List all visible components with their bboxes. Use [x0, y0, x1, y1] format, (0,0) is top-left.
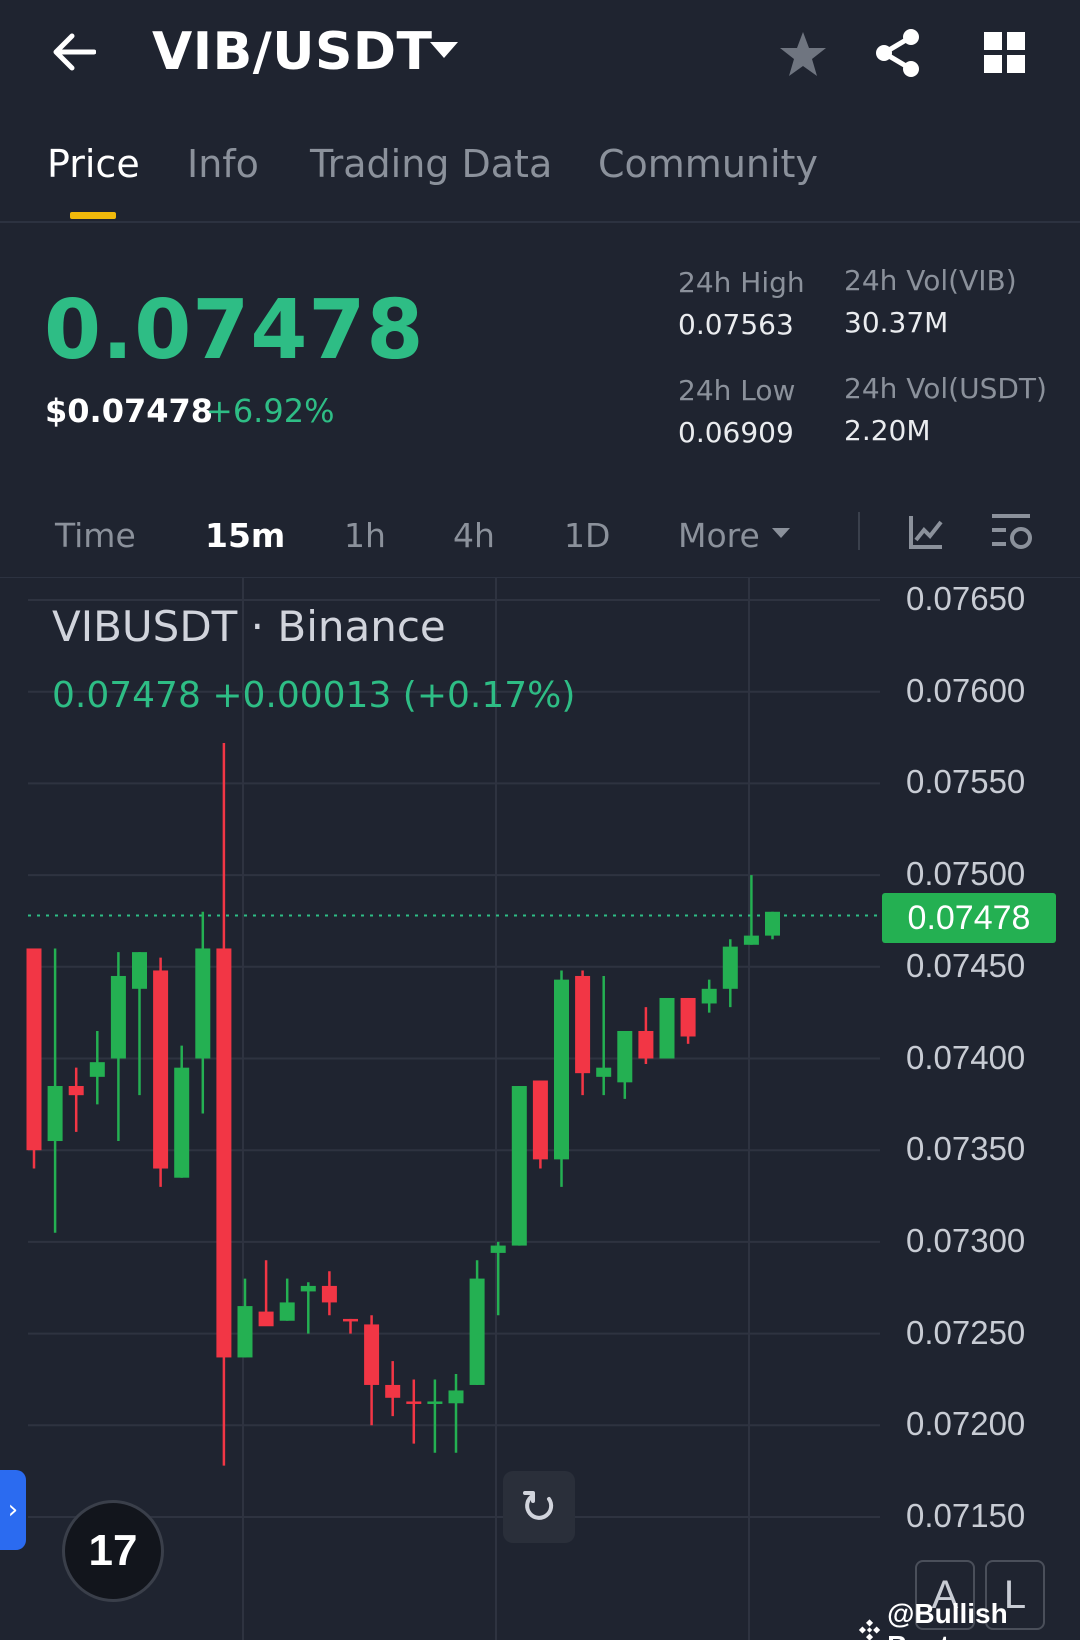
candle-body — [216, 948, 232, 1358]
watermark-text: @Bullish Buster — [887, 1598, 1008, 1640]
binance-logo-icon — [858, 1619, 881, 1640]
candle-body — [132, 952, 147, 989]
candle-body — [765, 911, 780, 936]
side-panel-toggle[interactable]: › — [0, 1470, 26, 1550]
interval-15m[interactable]: 15m — [205, 516, 285, 555]
chart-title: VIBUSDT · Binance — [52, 602, 446, 651]
candle-body — [343, 1318, 358, 1322]
candle-body — [321, 1285, 337, 1303]
change-percent: +6.92% — [206, 392, 335, 430]
candle-body — [575, 975, 591, 1074]
candle-body — [659, 997, 675, 1059]
y-axis-tick-label: 0.07200 — [906, 1405, 1026, 1443]
tradingview-logo[interactable]: 17 — [62, 1500, 164, 1602]
candle-body — [300, 1285, 316, 1292]
divider — [0, 221, 1080, 223]
y-axis-tick-label: 0.07250 — [906, 1313, 1026, 1351]
vol-quote-value: 2.20M — [844, 414, 931, 447]
candle-body — [701, 988, 717, 1004]
low-value: 0.06909 — [678, 416, 794, 449]
candle-body — [174, 1067, 190, 1178]
vol-base-value: 30.37M — [844, 306, 949, 339]
interval-time[interactable]: Time — [55, 516, 136, 555]
tab-info[interactable]: Info — [187, 142, 259, 186]
y-axis-tick-label: 0.07650 — [906, 580, 1026, 617]
chevron-down-icon[interactable] — [430, 42, 458, 58]
vol-base-label: 24h Vol(VIB) — [844, 264, 1017, 297]
candle-body — [68, 1086, 84, 1096]
candle-body — [195, 948, 211, 1059]
high-value: 0.07563 — [678, 308, 794, 341]
candle-body — [406, 1401, 422, 1404]
reset-chart-button[interactable] — [503, 1471, 575, 1543]
interval-1d[interactable]: 1D — [564, 516, 610, 555]
candle-body — [617, 1030, 633, 1083]
candle-body — [110, 975, 126, 1059]
tab-price[interactable]: Price — [47, 142, 140, 186]
star-icon[interactable] — [778, 30, 828, 78]
candle-body — [469, 1278, 485, 1385]
usd-price: $0.07478 — [45, 392, 214, 430]
y-axis-tick-label: 0.07400 — [906, 1038, 1026, 1076]
candle-body — [722, 946, 738, 989]
chevron-down-icon[interactable] — [772, 528, 790, 538]
candle-body — [26, 948, 42, 1151]
y-axis-tick-label: 0.07600 — [906, 671, 1026, 709]
interval-more[interactable]: More — [678, 516, 760, 555]
grid-icon[interactable] — [984, 32, 1026, 74]
tab-trading-data[interactable]: Trading Data — [310, 142, 552, 186]
candle-body — [364, 1324, 380, 1385]
share-icon[interactable] — [874, 28, 922, 78]
vol-quote-label: 24h Vol(USDT) — [844, 372, 1047, 405]
candle-body — [89, 1062, 105, 1077]
active-tab-indicator — [70, 212, 116, 219]
y-axis-tick-label: 0.07550 — [906, 763, 1026, 801]
candle-body — [532, 1080, 548, 1160]
interval-1h[interactable]: 1h — [344, 516, 386, 555]
candle-body — [511, 1086, 527, 1246]
candle-body — [47, 1086, 63, 1142]
candle-body — [153, 970, 169, 1169]
last-price-tag: 0.07478 — [882, 893, 1056, 943]
candle-body — [596, 1067, 612, 1077]
candle-body — [279, 1302, 295, 1321]
indicator-icon[interactable] — [908, 514, 944, 550]
tab-community[interactable]: Community — [598, 142, 818, 186]
candle-body — [490, 1245, 506, 1253]
back-arrow-icon[interactable] — [50, 32, 96, 72]
reset-icon — [523, 1491, 554, 1520]
chart-ohlc-summary: 0.07478 +0.00013 (+0.17%) — [52, 675, 576, 716]
y-axis-tick-label: 0.07450 — [906, 946, 1026, 984]
high-label: 24h High — [678, 266, 805, 299]
candle-body — [448, 1390, 464, 1404]
watermark: @Bullish Buster — [858, 1598, 1080, 1640]
pair-title[interactable]: VIB/USDT — [152, 22, 433, 82]
candle-body — [554, 979, 569, 1160]
interval-4h[interactable]: 4h — [453, 516, 495, 555]
low-label: 24h Low — [678, 374, 796, 407]
y-axis-tick-label: 0.07350 — [906, 1130, 1026, 1168]
y-axis-tick-label: 0.07300 — [906, 1221, 1026, 1259]
candle-body — [638, 1030, 654, 1059]
candle-body — [258, 1311, 274, 1327]
y-axis-tick-label: 0.07150 — [906, 1497, 1026, 1534]
chart-settings-icon[interactable] — [990, 512, 1034, 554]
candle-body — [237, 1306, 253, 1358]
last-price: 0.07478 — [44, 283, 425, 378]
candle-body — [427, 1401, 443, 1404]
y-axis-tick-label: 0.07500 — [906, 855, 1026, 893]
candle-body — [743, 935, 759, 945]
candle-body — [680, 997, 696, 1037]
divider — [858, 512, 860, 550]
candle-body — [385, 1384, 401, 1398]
